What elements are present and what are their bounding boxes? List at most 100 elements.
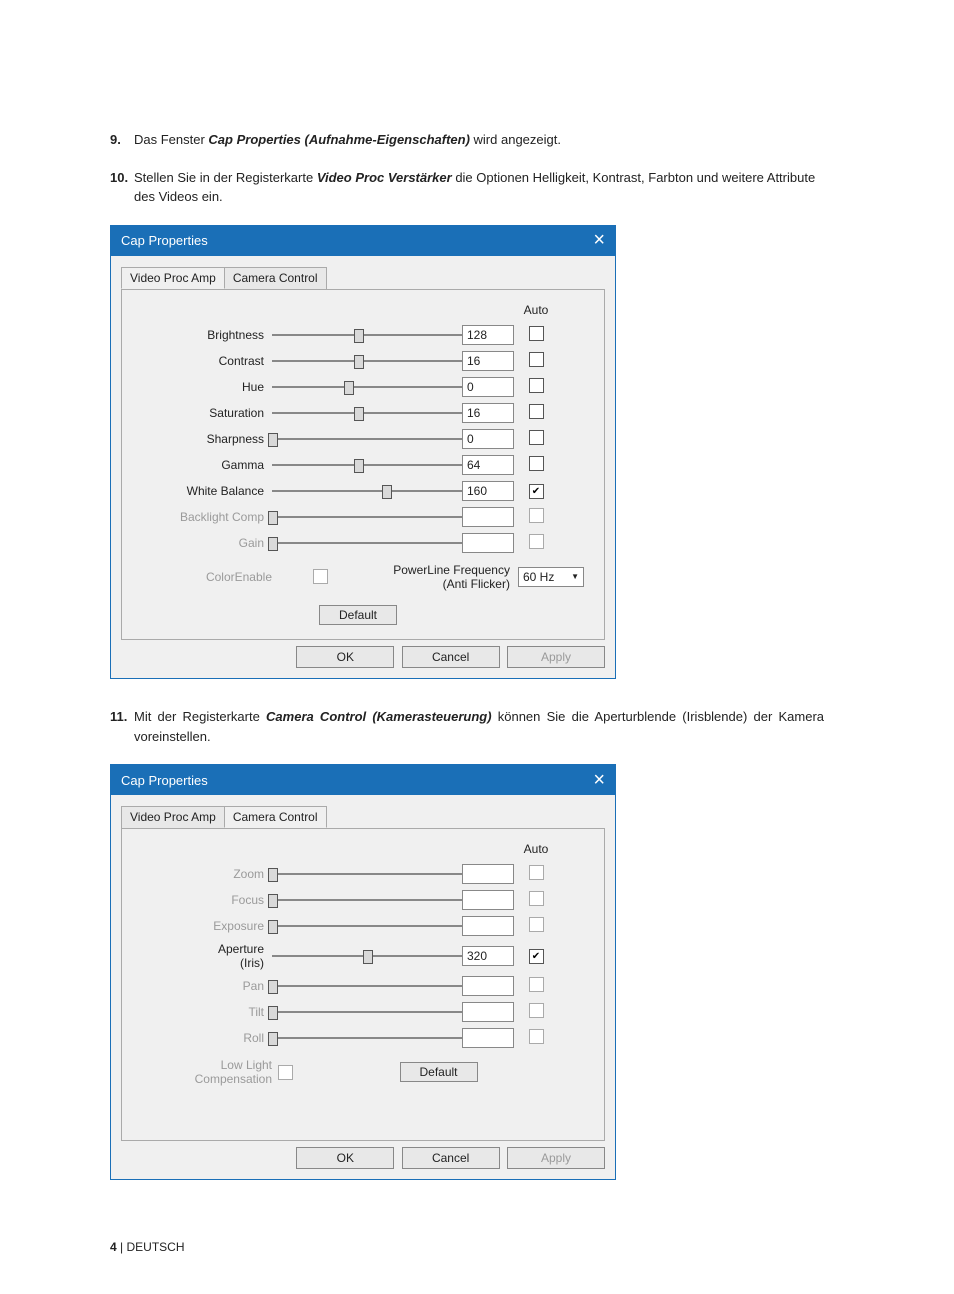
titlebar[interactable]: Cap Properties ×	[111, 226, 615, 256]
slider-label: Zoom	[132, 867, 272, 881]
auto-header: Auto	[516, 842, 556, 858]
slider-value[interactable]	[462, 916, 514, 936]
instruction-9: 9.Das Fenster Cap Properties (Aufnahme-E…	[110, 130, 844, 150]
apply-button[interactable]: Apply	[507, 1147, 605, 1169]
num-10: 10.	[110, 168, 134, 188]
lowlight-label: Low Light Compensation	[132, 1058, 278, 1086]
powerline-dropdown[interactable]: 60 Hz ▼	[518, 567, 584, 587]
auto-checkbox[interactable]	[529, 917, 544, 932]
auto-checkbox[interactable]	[529, 977, 544, 992]
slider-value[interactable]: 16	[462, 351, 514, 371]
slider-value[interactable]: 0	[462, 377, 514, 397]
slider-label: Backlight Comp	[132, 510, 272, 524]
slider-label: Tilt	[132, 1005, 272, 1019]
close-icon[interactable]: ×	[593, 769, 605, 792]
auto-checkbox[interactable]	[529, 508, 544, 523]
cancel-button[interactable]: Cancel	[402, 646, 500, 668]
auto-checkbox[interactable]: ✔	[529, 484, 544, 499]
slider-label: Sharpness	[132, 432, 272, 446]
slider-label: Pan	[132, 979, 272, 993]
tab-video-proc-amp[interactable]: Video Proc Amp	[121, 267, 225, 289]
slider	[272, 507, 462, 527]
slider-label: Aperture (Iris)	[132, 942, 272, 970]
slider	[272, 533, 462, 553]
slider-label: Focus	[132, 893, 272, 907]
instruction-11: 11.Mit der Registerkarte Camera Control …	[110, 707, 844, 746]
slider	[272, 1002, 462, 1022]
num-9: 9.	[110, 130, 134, 150]
auto-checkbox[interactable]	[529, 352, 544, 367]
tab-row: Video Proc Amp Camera Control	[121, 806, 605, 829]
tab-camera-control[interactable]: Camera Control	[224, 267, 327, 289]
slider[interactable]	[272, 351, 462, 371]
lowlight-checkbox[interactable]	[278, 1065, 293, 1080]
slider-value[interactable]	[462, 507, 514, 527]
slider-value[interactable]: 0	[462, 429, 514, 449]
slider-value[interactable]: 64	[462, 455, 514, 475]
auto-checkbox[interactable]	[529, 865, 544, 880]
tab-video-proc-amp[interactable]: Video Proc Amp	[121, 806, 225, 828]
slider	[272, 916, 462, 936]
auto-checkbox[interactable]: ✔	[529, 949, 544, 964]
slider	[272, 976, 462, 996]
titlebar[interactable]: Cap Properties ×	[111, 765, 615, 795]
slider[interactable]	[272, 481, 462, 501]
chevron-down-icon: ▼	[571, 572, 579, 581]
slider-value[interactable]: 128	[462, 325, 514, 345]
slider	[272, 864, 462, 884]
slider-value[interactable]: 320	[462, 946, 514, 966]
slider-label: Roll	[132, 1031, 272, 1045]
slider-value[interactable]	[462, 864, 514, 884]
tab-row: Video Proc Amp Camera Control	[121, 267, 605, 290]
auto-checkbox[interactable]	[529, 378, 544, 393]
slider[interactable]	[272, 429, 462, 449]
ok-button[interactable]: OK	[296, 1147, 394, 1169]
default-button[interactable]: Default	[319, 605, 397, 625]
auto-checkbox[interactable]	[529, 326, 544, 341]
close-icon[interactable]: ×	[593, 229, 605, 252]
slider-label: Gamma	[132, 458, 272, 472]
slider	[272, 1028, 462, 1048]
dialog-title: Cap Properties	[121, 773, 593, 788]
slider-value[interactable]	[462, 533, 514, 553]
slider[interactable]	[272, 946, 462, 966]
powerline-label: PowerLine Frequency (Anti Flicker)	[393, 563, 510, 592]
slider-label: Gain	[132, 536, 272, 550]
slider[interactable]	[272, 377, 462, 397]
auto-checkbox[interactable]	[529, 891, 544, 906]
slider[interactable]	[272, 455, 462, 475]
auto-checkbox[interactable]	[529, 456, 544, 471]
slider-label: Contrast	[132, 354, 272, 368]
auto-checkbox[interactable]	[529, 404, 544, 419]
auto-checkbox[interactable]	[529, 1029, 544, 1044]
slider-value[interactable]	[462, 976, 514, 996]
slider-value[interactable]	[462, 890, 514, 910]
slider-label: Saturation	[132, 406, 272, 420]
cancel-button[interactable]: Cancel	[402, 1147, 500, 1169]
slider-value[interactable]: 16	[462, 403, 514, 423]
cap-properties-dialog-video: Cap Properties × Video Proc Amp Camera C…	[110, 225, 616, 680]
auto-checkbox[interactable]	[529, 1003, 544, 1018]
instruction-10: 10.Stellen Sie in der Registerkarte Vide…	[110, 168, 844, 207]
slider-value[interactable]	[462, 1028, 514, 1048]
slider-value[interactable]	[462, 1002, 514, 1022]
tab-camera-control[interactable]: Camera Control	[224, 806, 327, 828]
slider[interactable]	[272, 325, 462, 345]
slider-label: White Balance	[132, 484, 272, 498]
slider[interactable]	[272, 403, 462, 423]
cap-properties-dialog-camera: Cap Properties × Video Proc Amp Camera C…	[110, 764, 616, 1180]
slider	[272, 890, 462, 910]
colorenable-checkbox[interactable]	[313, 569, 328, 584]
slider-label: Brightness	[132, 328, 272, 342]
slider-value[interactable]: 160	[462, 481, 514, 501]
auto-checkbox[interactable]	[529, 534, 544, 549]
num-11: 11.	[110, 707, 134, 727]
auto-checkbox[interactable]	[529, 430, 544, 445]
default-button[interactable]: Default	[400, 1062, 478, 1082]
apply-button[interactable]: Apply	[507, 646, 605, 668]
colorenable-label: ColorEnable	[132, 570, 278, 584]
slider-label: Hue	[132, 380, 272, 394]
ok-button[interactable]: OK	[296, 646, 394, 668]
auto-header: Auto	[516, 303, 556, 319]
slider-label: Exposure	[132, 919, 272, 933]
